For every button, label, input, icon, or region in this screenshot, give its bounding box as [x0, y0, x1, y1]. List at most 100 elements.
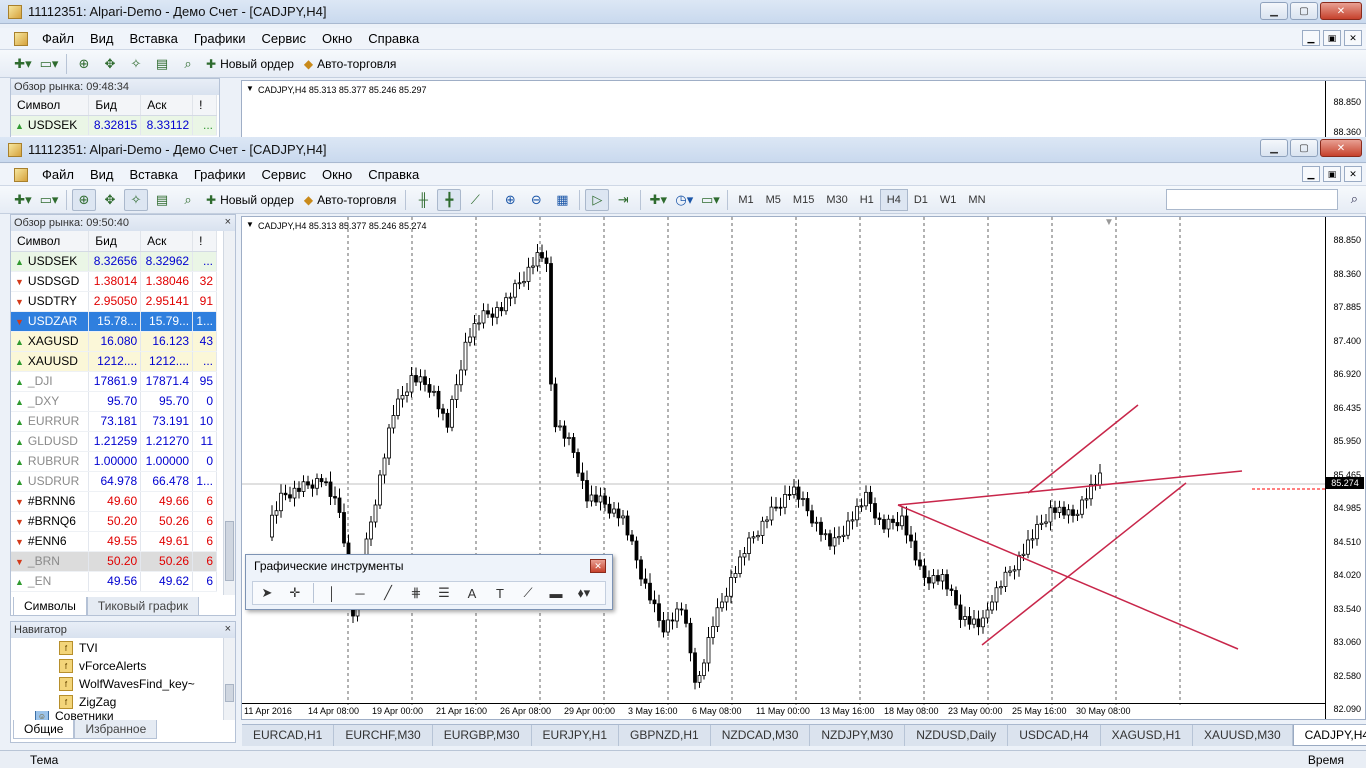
rectangle-icon[interactable]: ▬	[542, 582, 570, 604]
text-label-icon[interactable]: T	[486, 582, 514, 604]
menu-charts[interactable]: Графики	[188, 167, 256, 182]
market-watch-icon[interactable]: ⊕	[72, 53, 96, 75]
menu-help[interactable]: Справка	[362, 167, 429, 182]
indicators-icon[interactable]: ✚▾	[646, 189, 670, 211]
chart-tab[interactable]: NZDJPY,M30	[810, 725, 906, 746]
menu-view[interactable]: Вид	[84, 31, 124, 46]
menu-help[interactable]: Справка	[362, 31, 429, 46]
tf-d1[interactable]: D1	[908, 189, 934, 211]
chart-tab[interactable]: EURCAD,H1	[242, 725, 335, 746]
symbol-cell[interactable]: ▲ EURRUR	[11, 411, 90, 432]
tester-icon[interactable]: ⌕	[176, 53, 200, 75]
terminal-icon[interactable]: ▤	[150, 53, 174, 75]
table-row[interactable]: ▼ #ENN6 49.55 49.61 6	[11, 531, 217, 552]
tab-favorites[interactable]: Избранное	[74, 720, 158, 739]
symbol-cell[interactable]: ▲ USDSEK	[11, 251, 90, 272]
chart-tab[interactable]: NZDCAD,M30	[711, 725, 811, 746]
table-row[interactable]: ▲ XAGUSD 16.080 16.123 43	[11, 331, 217, 352]
col-spread[interactable]: !	[192, 231, 217, 252]
nav-item-vforcealerts[interactable]: f vForceAlerts	[11, 657, 223, 675]
symbol-cell[interactable]: ▼ USDTRY	[11, 291, 90, 312]
symbol-cell[interactable]: ▼ #ENN6	[11, 531, 90, 552]
search-icon[interactable]: ⌕	[1351, 191, 1358, 207]
main-titlebar[interactable]: 11112351: Alpari-Demo - Демо Счет - [CAD…	[0, 137, 1366, 163]
zoom-in-icon[interactable]: ⊕	[498, 189, 522, 211]
chart-tab[interactable]: XAUUSD,M30	[1193, 725, 1293, 746]
fibo-fan-icon[interactable]: ⟋	[514, 582, 542, 604]
back-chart[interactable]: ▼ CADJPY,H4 85.313 85.377 85.246 85.297 8…	[241, 80, 1366, 138]
candlestick-chart[interactable]: ▼	[242, 217, 1326, 721]
table-row[interactable]: ▲ RUBRUR 1.00000 1.00000 0	[11, 451, 217, 472]
table-row[interactable]: ▲ _DJI 17861.9 17871.4 95	[11, 371, 217, 392]
nav-item-tvi[interactable]: f TVI	[11, 639, 223, 657]
table-row[interactable]: ▲ _EN 49.56 49.62 6	[11, 571, 217, 592]
symbol-cell[interactable]: ▲ _EN	[11, 571, 90, 592]
profiles-icon[interactable]: ▭▾	[37, 53, 61, 75]
nav-item-zigzag[interactable]: f ZigZag	[11, 693, 223, 711]
col-symbol[interactable]: Символ	[11, 95, 90, 116]
new-order-button[interactable]: ✚ Новый ордер	[202, 53, 298, 75]
symbol-cell[interactable]: ▼ USDZAR	[11, 311, 90, 332]
equidistant-channel-icon[interactable]: ⋕	[402, 582, 430, 604]
mdi-restore-button[interactable]: ▣	[1323, 30, 1341, 46]
nav-item-wolfwaves[interactable]: f WolfWavesFind_key~	[11, 675, 223, 693]
close-button[interactable]: ✕	[1320, 139, 1362, 157]
crosshair-icon[interactable]: ✛	[281, 582, 309, 604]
fibonacci-icon[interactable]: ☰	[430, 582, 458, 604]
menu-charts[interactable]: Графики	[188, 31, 256, 46]
col-spread[interactable]: !	[192, 95, 217, 116]
tf-m1[interactable]: M1	[732, 189, 759, 211]
zoom-out-icon[interactable]: ⊖	[524, 189, 548, 211]
candlestick-icon[interactable]: ╋	[437, 188, 462, 211]
market-watch-icon[interactable]: ⊕	[72, 188, 96, 211]
tf-h4[interactable]: H4	[879, 188, 908, 211]
tf-w1[interactable]: W1	[934, 189, 963, 211]
col-bid[interactable]: Бид	[88, 231, 142, 252]
terminal-icon[interactable]: ▤	[150, 189, 174, 211]
col-symbol[interactable]: Символ	[11, 231, 90, 252]
tf-m30[interactable]: M30	[820, 189, 853, 211]
table-row[interactable]: ▼ _BRN 50.20 50.26 6	[11, 551, 217, 572]
col-ask[interactable]: Аск	[140, 95, 194, 116]
table-row[interactable]: ▲ GLDUSD 1.21259 1.21270 11	[11, 431, 217, 452]
symbol-cell[interactable]: ▲ XAGUSD	[11, 331, 90, 352]
chart-tab[interactable]: USDCAD,H4	[1008, 725, 1101, 746]
table-row[interactable]: ▼ USDTRY 2.95050 2.95141 91	[11, 291, 217, 312]
bar-chart-icon[interactable]: ╫	[411, 189, 435, 211]
symbol-cell[interactable]: ▼ _BRN	[11, 551, 90, 572]
chart-tab[interactable]: EURJPY,H1	[532, 725, 620, 746]
mdi-close-button[interactable]: ✕	[1344, 30, 1362, 46]
col-bid[interactable]: Бид	[88, 95, 142, 116]
data-window-icon[interactable]: ✥	[98, 53, 122, 75]
mdi-close-button[interactable]: ✕	[1344, 166, 1362, 182]
symbol-cell[interactable]: ▲ _DJI	[11, 371, 90, 392]
tester-icon[interactable]: ⌕	[176, 189, 200, 211]
profiles-icon[interactable]: ▭▾	[37, 189, 61, 211]
minimize-button[interactable]: ▁	[1260, 139, 1288, 157]
menu-tools[interactable]: Сервис	[256, 31, 317, 46]
mdi-min-button[interactable]: ▁	[1302, 166, 1320, 182]
table-row[interactable]: ▼ #BRNN6 49.60 49.66 6	[11, 491, 217, 512]
maximize-button[interactable]: ▢	[1290, 139, 1318, 157]
auto-trading-button[interactable]: ◆ Авто-торговля	[300, 53, 400, 75]
back-window-titlebar[interactable]: 11112351: Alpari-Demo - Демо Счет - [CAD…	[0, 0, 1366, 24]
drawing-tools-window[interactable]: Графические инструменты ✕ ➤ ✛ │ ─ ╱ ⋕ ☰ …	[245, 554, 613, 610]
table-row[interactable]: ▲ EURRUR 73.181 73.191 10	[11, 411, 217, 432]
symbol-cell[interactable]: ▼ #BRNN6	[11, 491, 90, 512]
table-row[interactable]: ▲ USDRUR 64.978 66.478 1...	[11, 471, 217, 492]
menu-file[interactable]: Файл	[36, 31, 84, 46]
table-row[interactable]: ▲ _DXY 95.70 95.70 0	[11, 391, 217, 412]
tab-common[interactable]: Общие	[13, 720, 75, 739]
close-icon[interactable]: ×	[225, 623, 231, 635]
new-chart-icon[interactable]: ✚▾	[11, 53, 35, 75]
navigator-icon[interactable]: ✧	[124, 188, 148, 211]
table-row[interactable]: ▼ USDZAR 15.78... 15.79... 1...	[11, 311, 217, 332]
arrows-dropdown-icon[interactable]: ⬧▾	[570, 582, 598, 604]
tile-windows-icon[interactable]: ▦	[550, 189, 574, 211]
symbol-cell[interactable]: ▲ _DXY	[11, 391, 90, 412]
chart-area[interactable]: ▼ ▼ CADJPY,H4 85.313 85.377 85.246 85.27…	[241, 216, 1366, 720]
trendline-icon[interactable]: ╱	[374, 582, 402, 604]
templates-icon[interactable]: ▭▾	[698, 189, 722, 211]
symbol-cell[interactable]: ▼ #BRNQ6	[11, 511, 90, 532]
chart-tab[interactable]: EURCHF,M30	[334, 725, 433, 746]
